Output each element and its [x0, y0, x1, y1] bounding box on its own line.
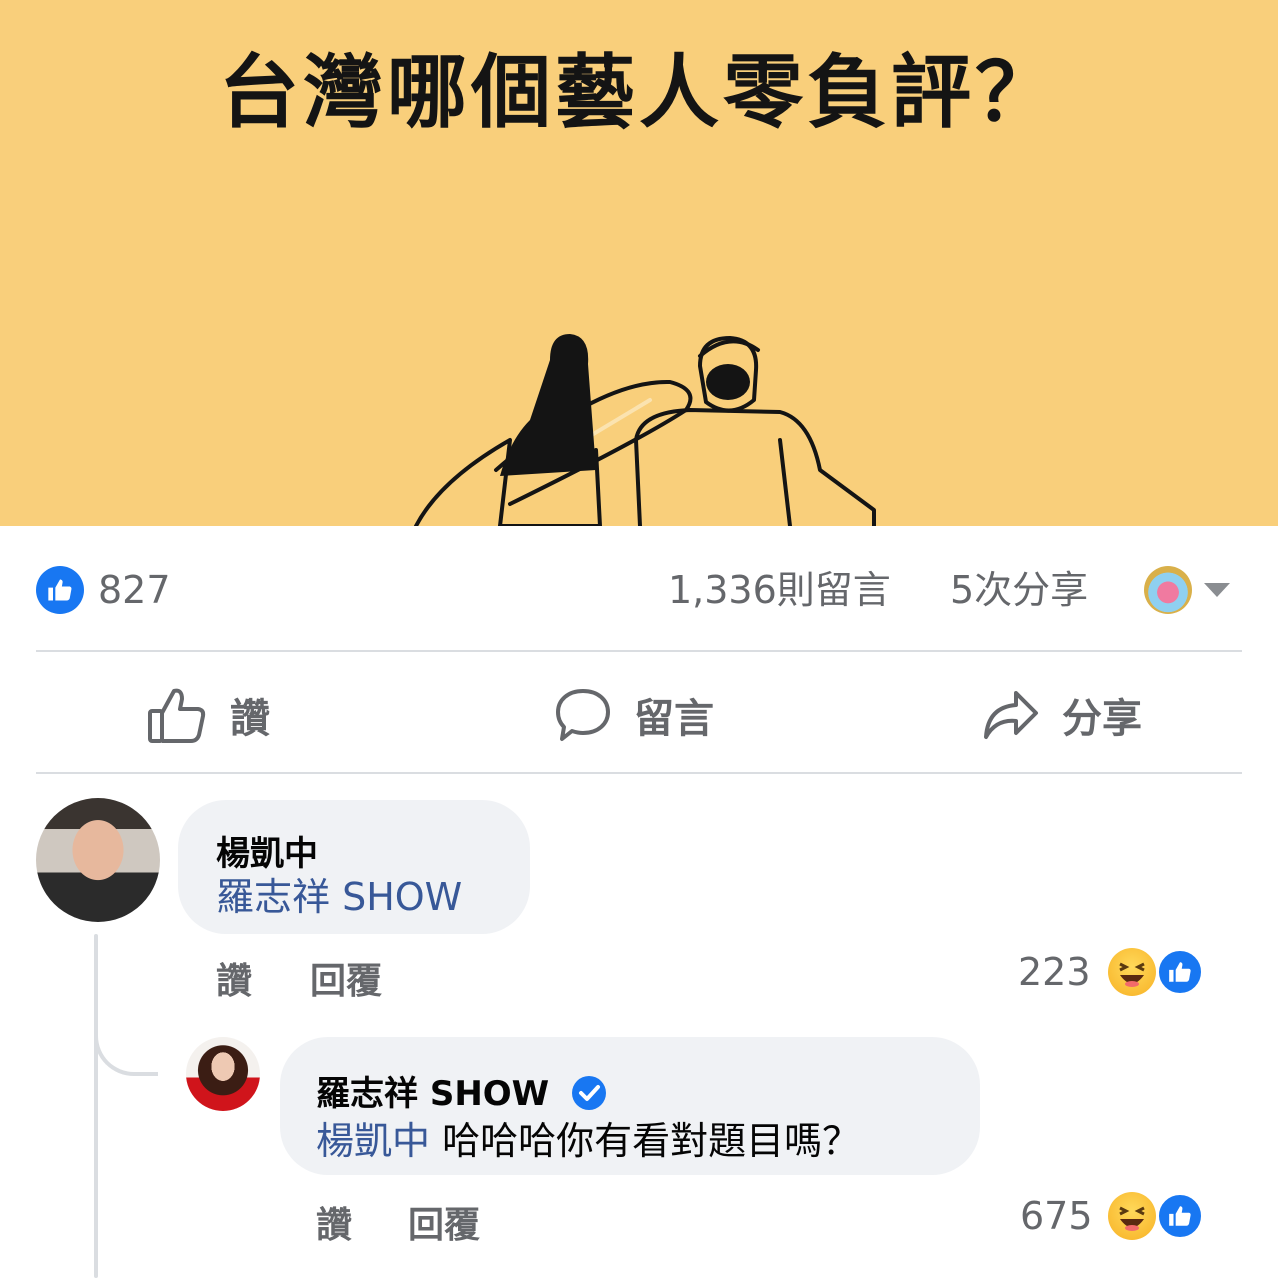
- share-arrow-icon: [984, 691, 1038, 739]
- divider: [36, 772, 1242, 774]
- reaction-count[interactable]: 675: [1020, 1194, 1093, 1238]
- comment-author[interactable]: 羅志祥 SHOW: [316, 1066, 607, 1115]
- chevron-down-icon[interactable]: [1204, 583, 1230, 597]
- comment-body: 哈哈哈你有看對題目嗎？: [442, 1119, 861, 1163]
- page-avatar[interactable]: [1144, 566, 1192, 614]
- like-count[interactable]: 827: [98, 566, 171, 614]
- comment-mention[interactable]: 羅志祥 SHOW: [216, 866, 462, 921]
- comment-mention[interactable]: 楊凱中: [316, 1119, 430, 1163]
- comment-button[interactable]: 留言: [554, 680, 714, 750]
- comment-author-name: 羅志祥 SHOW: [316, 1074, 550, 1114]
- like-button-label: 讚: [230, 696, 270, 742]
- share-count[interactable]: 5次分享: [950, 566, 1088, 614]
- comment-button-label: 留言: [634, 696, 714, 742]
- speech-bubble-icon: [556, 689, 610, 741]
- thread-connector: [94, 1010, 158, 1076]
- like-reaction-icon: [1156, 948, 1204, 996]
- post-image-title: 台灣哪個藝人零負評？: [219, 46, 1059, 139]
- like-reaction-icon: [36, 566, 84, 614]
- comment-like-link[interactable]: 讚: [316, 1196, 352, 1248]
- couple-illustration: [414, 334, 876, 526]
- comment-reply-link[interactable]: 回覆: [310, 952, 382, 1004]
- comment-count[interactable]: 1,336則留言: [668, 566, 891, 614]
- like-button[interactable]: 讚: [146, 680, 270, 750]
- comment-reply-link[interactable]: 回覆: [408, 1196, 480, 1248]
- haha-emoji-icon: [1108, 948, 1156, 996]
- reaction-count[interactable]: 223: [1018, 950, 1091, 994]
- thumbs-up-icon: [148, 688, 206, 743]
- share-button-label: 分享: [1062, 696, 1142, 742]
- comment-like-link[interactable]: 讚: [216, 952, 252, 1004]
- post-image[interactable]: 台灣哪個藝人零負評？: [0, 0, 1278, 526]
- avatar[interactable]: [186, 1037, 260, 1111]
- like-reaction-icon: [1156, 1192, 1204, 1240]
- divider: [36, 650, 1242, 652]
- comment-text: 楊凱中 哈哈哈你有看對題目嗎？: [316, 1110, 860, 1165]
- verified-badge-icon: [572, 1076, 607, 1110]
- haha-emoji-icon: [1108, 1192, 1156, 1240]
- avatar[interactable]: [36, 798, 160, 922]
- share-button[interactable]: 分享: [982, 680, 1142, 750]
- thread-line: [94, 934, 98, 1278]
